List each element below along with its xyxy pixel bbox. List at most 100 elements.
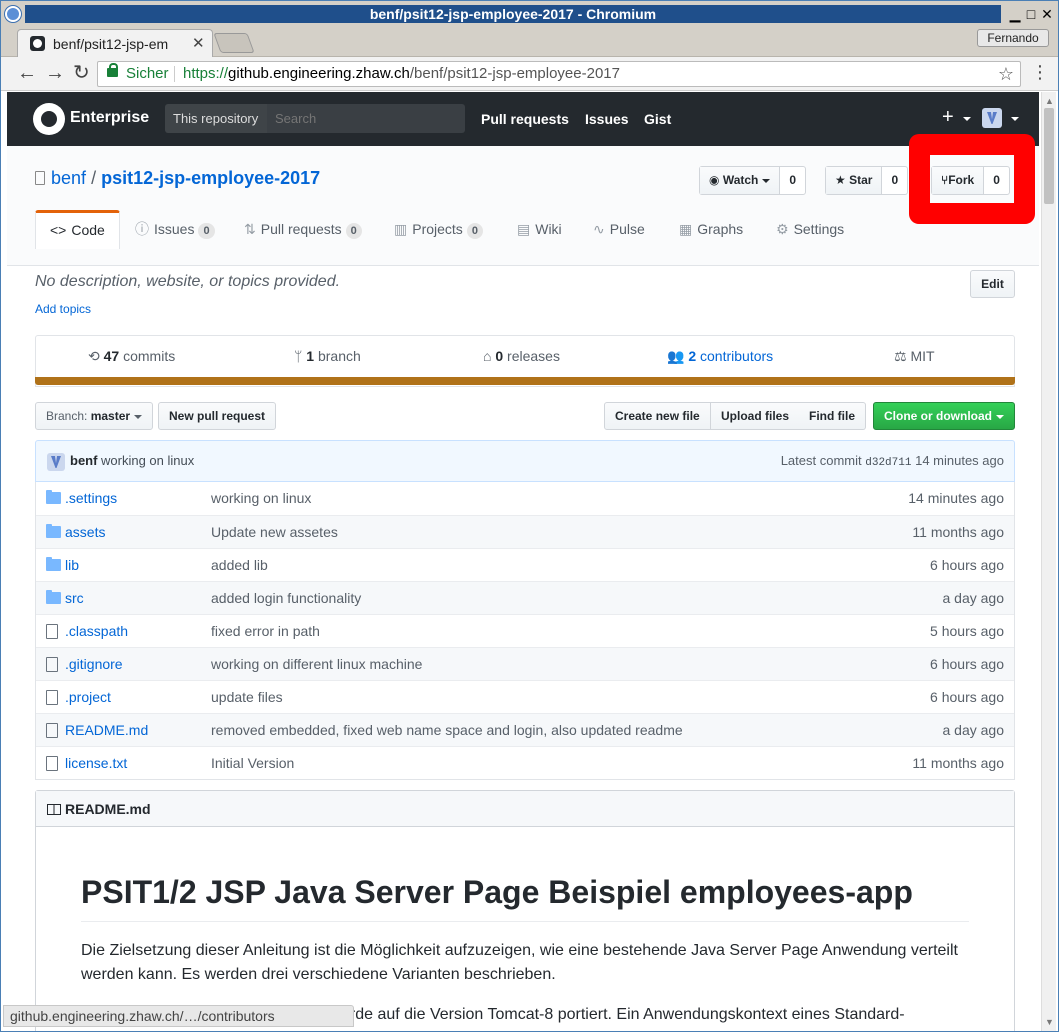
- table-row: assets Update new assetes 11 months ago: [36, 515, 1014, 548]
- license-link[interactable]: ⚖ MIT: [894, 348, 935, 365]
- forward-arrow-icon[interactable]: →: [45, 62, 65, 84]
- commits-link[interactable]: ⟲ 47 commits: [88, 348, 175, 365]
- brand-label[interactable]: Enterprise: [70, 109, 149, 127]
- file-icon: [46, 723, 58, 738]
- address-bar[interactable]: Sicher https://github.engineering.zhaw.c…: [97, 61, 1021, 87]
- chevron-down-icon[interactable]: [1011, 117, 1019, 121]
- browser-tab[interactable]: benf/psit12-jsp-em ✕: [17, 29, 213, 57]
- table-row: .project update files 6 hours ago: [36, 680, 1014, 713]
- new-tab-button[interactable]: [213, 33, 255, 53]
- project-icon: ▥: [394, 221, 408, 237]
- folder-icon: [46, 590, 61, 604]
- star-button[interactable]: ★ Star 0: [825, 166, 909, 195]
- close-tab-icon[interactable]: ✕: [192, 34, 205, 52]
- file-name-link[interactable]: src: [65, 582, 84, 614]
- commit-author-link[interactable]: benf: [70, 453, 97, 468]
- file-name-link[interactable]: README.md: [65, 714, 148, 746]
- branch-select-button[interactable]: Branch: master: [35, 402, 154, 430]
- bookmark-star-icon[interactable]: ☆: [998, 62, 1014, 86]
- contributors-link[interactable]: 👥 2 contributors: [667, 348, 773, 365]
- repo-description: No description, website, or topics provi…: [35, 273, 341, 290]
- readme-paragraph: Die Zielsetzung dieser Anleitung ist die…: [81, 942, 958, 983]
- scrollbar-thumb[interactable]: [1044, 108, 1054, 204]
- plus-icon[interactable]: +: [942, 106, 954, 129]
- maximize-icon[interactable]: □: [1023, 6, 1039, 22]
- tab-pull-requests[interactable]: ⇅ Pull requests 0: [230, 210, 376, 248]
- scroll-down-icon[interactable]: ▼: [1045, 1017, 1054, 1027]
- tab-graphs[interactable]: ▦ Graphs: [665, 210, 757, 248]
- edit-button[interactable]: Edit: [970, 270, 1015, 298]
- graph-icon: ▦: [679, 221, 693, 237]
- upload-files-button[interactable]: Upload files: [711, 402, 801, 430]
- tab-projects[interactable]: ▥ Projects 0: [380, 210, 497, 248]
- tab-issues[interactable]: ⓘ Issues 0: [121, 210, 229, 248]
- file-name-link[interactable]: lib: [65, 549, 79, 581]
- file-name-link[interactable]: .classpath: [65, 615, 128, 647]
- tag-icon: ⌂: [483, 348, 496, 364]
- search-scope[interactable]: This repository: [165, 104, 267, 133]
- table-row: README.md removed embedded, fixed web nam…: [36, 713, 1014, 746]
- book-icon: [47, 804, 61, 815]
- add-topics-link[interactable]: Add topics: [35, 302, 91, 316]
- file-name-link[interactable]: .gitignore: [65, 648, 123, 680]
- file-commit-message[interactable]: removed embedded, fixed web name space a…: [211, 714, 683, 746]
- clone-download-button[interactable]: Clone or download: [873, 402, 1015, 430]
- file-name-link[interactable]: .settings: [65, 482, 117, 514]
- file-age: 11 months ago: [912, 755, 1004, 771]
- file-commit-message[interactable]: Update new assetes: [211, 516, 338, 548]
- file-name-link[interactable]: .project: [65, 681, 111, 713]
- commit-sha-link[interactable]: d32d711: [865, 457, 911, 469]
- browser-menu-icon[interactable]: ⋮: [1031, 63, 1049, 81]
- tab-settings[interactable]: ⚙ Settings: [762, 210, 858, 248]
- file-age: 14 minutes ago: [908, 490, 1004, 506]
- repo-name-link[interactable]: psit12-jsp-employee-2017: [101, 168, 320, 188]
- file-name-link[interactable]: assets: [65, 516, 105, 548]
- issue-icon: ⓘ: [135, 221, 149, 237]
- profile-button[interactable]: Fernando: [977, 29, 1049, 47]
- tab-code[interactable]: <> Code: [35, 210, 120, 249]
- releases-link[interactable]: ⌂ 0 releases: [483, 348, 560, 364]
- file-commit-message[interactable]: added lib: [211, 549, 268, 581]
- back-arrow-icon[interactable]: ←: [17, 62, 37, 84]
- file-commit-message[interactable]: fixed error in path: [211, 615, 320, 647]
- table-row: license.txt Initial Version 11 months ago: [36, 746, 1014, 779]
- page-scrollbar[interactable]: ▲ ▼: [1041, 92, 1056, 1031]
- commit-message-link[interactable]: working on linux: [101, 453, 194, 468]
- language-bar[interactable]: [35, 377, 1015, 385]
- minimize-icon[interactable]: ▁: [1007, 6, 1023, 22]
- chevron-down-icon[interactable]: [963, 117, 971, 121]
- nav-issues[interactable]: Issues: [585, 111, 629, 127]
- nav-gist[interactable]: Gist: [644, 111, 671, 127]
- search-input[interactable]: [267, 104, 465, 133]
- avatar[interactable]: [982, 108, 1002, 128]
- new-pull-request-button[interactable]: New pull request: [158, 402, 277, 430]
- file-commit-message[interactable]: working on different linux machine: [211, 648, 422, 680]
- table-row: .classpath fixed error in path 5 hours ago: [36, 614, 1014, 647]
- scroll-up-icon[interactable]: ▲: [1045, 96, 1054, 106]
- file-commit-message[interactable]: Initial Version: [211, 747, 294, 779]
- file-name-link[interactable]: license.txt: [65, 747, 127, 779]
- tab-wiki[interactable]: ▤ Wiki: [503, 210, 576, 248]
- watch-count[interactable]: 0: [780, 167, 805, 194]
- avatar[interactable]: [47, 453, 65, 471]
- link-status-bubble: github.engineering.zhaw.ch/…/contributor…: [3, 1005, 354, 1027]
- branch-link[interactable]: ᛘ 1 branch: [294, 348, 361, 364]
- file-table: .settings working on linux 14 minutes ago …: [35, 482, 1015, 780]
- file-commit-message[interactable]: working on linux: [211, 482, 311, 514]
- github-logo-icon[interactable]: [33, 103, 65, 135]
- tab-pulse[interactable]: ∿ Pulse: [579, 210, 659, 248]
- create-file-button[interactable]: Create new file: [604, 402, 711, 430]
- file-commit-message[interactable]: added login functionality: [211, 582, 361, 614]
- star-count[interactable]: 0: [882, 167, 907, 194]
- close-window-icon[interactable]: ✕: [1039, 6, 1055, 22]
- reload-icon[interactable]: ↻: [73, 62, 90, 84]
- history-icon: ⟲: [88, 348, 104, 364]
- watch-button[interactable]: ◉ Watch 0: [699, 166, 807, 195]
- repo-owner-link[interactable]: benf: [51, 168, 86, 188]
- file-age: 11 months ago: [912, 524, 1004, 540]
- file-commit-message[interactable]: update files: [211, 681, 283, 713]
- nav-pull-requests[interactable]: Pull requests: [481, 111, 569, 127]
- find-file-button[interactable]: Find file: [799, 402, 866, 430]
- repo-slash: /: [91, 168, 97, 188]
- chevron-down-icon: [996, 414, 1004, 419]
